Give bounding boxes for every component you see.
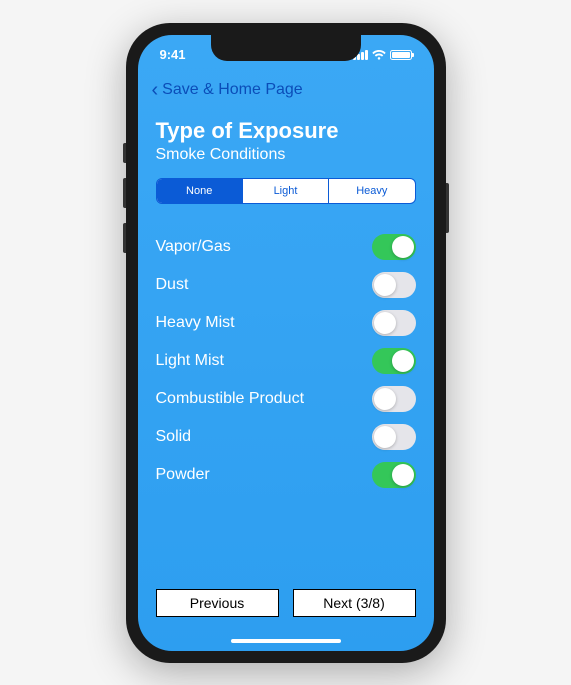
toggle-label: Dust bbox=[156, 276, 189, 294]
segmented-control: NoneLightHeavy bbox=[156, 178, 416, 204]
side-button-right bbox=[446, 183, 449, 233]
toggle-label: Combustible Product bbox=[156, 390, 305, 408]
chevron-left-icon: ‹ bbox=[152, 79, 159, 102]
nav-bar: ‹ Save & Home Page bbox=[138, 75, 434, 112]
status-right bbox=[353, 50, 412, 60]
segment-none[interactable]: None bbox=[157, 179, 243, 203]
toggle-switch[interactable] bbox=[372, 272, 416, 298]
page-title: Type of Exposure bbox=[156, 118, 416, 144]
content: Type of Exposure Smoke Conditions NoneLi… bbox=[138, 112, 434, 494]
toggle-label: Solid bbox=[156, 428, 192, 446]
toggle-switch[interactable] bbox=[372, 234, 416, 260]
previous-button[interactable]: Previous bbox=[156, 589, 279, 617]
toggle-switch[interactable] bbox=[372, 424, 416, 450]
toggle-row: Light Mist bbox=[156, 342, 416, 380]
phone-frame: 9:41 ‹ Save & Home Page Type o bbox=[126, 23, 446, 663]
footer-buttons: Previous Next (3/8) bbox=[156, 589, 416, 617]
toggle-label: Light Mist bbox=[156, 352, 224, 370]
page-subtitle: Smoke Conditions bbox=[156, 146, 416, 164]
toggle-row: Heavy Mist bbox=[156, 304, 416, 342]
segment-light[interactable]: Light bbox=[243, 179, 329, 203]
toggle-row: Dust bbox=[156, 266, 416, 304]
side-buttons-left bbox=[123, 143, 126, 268]
toggle-label: Powder bbox=[156, 466, 210, 484]
toggle-switch[interactable] bbox=[372, 348, 416, 374]
status-time: 9:41 bbox=[160, 47, 186, 62]
screen: 9:41 ‹ Save & Home Page Type o bbox=[138, 35, 434, 651]
home-indicator[interactable] bbox=[231, 639, 341, 643]
toggle-list: Vapor/Gas Dust Heavy Mist Light Mist Combust… bbox=[156, 228, 416, 494]
toggle-label: Heavy Mist bbox=[156, 314, 235, 332]
toggle-row: Powder bbox=[156, 456, 416, 494]
toggle-label: Vapor/Gas bbox=[156, 238, 231, 256]
toggle-row: Solid bbox=[156, 418, 416, 456]
back-label: Save & Home Page bbox=[162, 81, 303, 99]
next-button[interactable]: Next (3/8) bbox=[293, 589, 416, 617]
segment-heavy[interactable]: Heavy bbox=[329, 179, 414, 203]
battery-icon bbox=[390, 50, 412, 60]
toggle-switch[interactable] bbox=[372, 310, 416, 336]
toggle-row: Combustible Product bbox=[156, 380, 416, 418]
toggle-switch[interactable] bbox=[372, 462, 416, 488]
toggle-switch[interactable] bbox=[372, 386, 416, 412]
toggle-row: Vapor/Gas bbox=[156, 228, 416, 266]
back-button[interactable]: ‹ Save & Home Page bbox=[152, 79, 303, 102]
notch bbox=[211, 35, 361, 61]
wifi-icon bbox=[372, 50, 386, 60]
